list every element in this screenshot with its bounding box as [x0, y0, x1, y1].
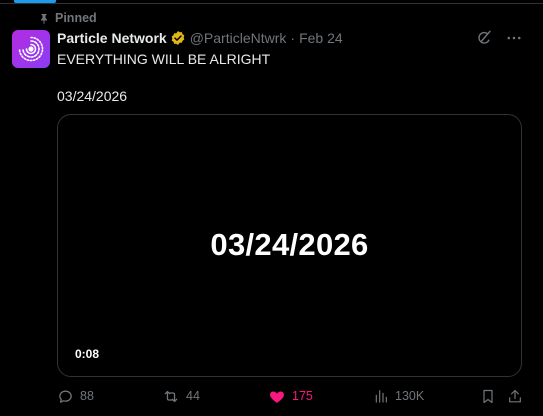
views-count: 130K — [395, 389, 425, 403]
tweet-text-date: 03/24/2026 — [57, 88, 128, 104]
grok-icon[interactable] — [475, 29, 493, 47]
bookmark-button[interactable] — [480, 386, 496, 406]
repost-count: 44 — [186, 389, 200, 403]
tweet-header: Particle Network @ParticleNtwrk · Feb 24 — [57, 28, 343, 48]
header-separator: · — [290, 30, 296, 46]
verified-badge-icon[interactable] — [170, 30, 186, 46]
reply-button[interactable]: 88 — [57, 386, 94, 406]
video-title-text: 03/24/2026 — [210, 227, 369, 262]
video-player[interactable]: 03/24/2026 0:08 — [57, 114, 522, 377]
pinned-label: Pinned — [55, 11, 97, 25]
share-button[interactable] — [507, 386, 523, 406]
like-button[interactable]: 175 — [268, 386, 313, 406]
video-duration: 0:08 — [75, 347, 100, 361]
tweet-action-bar: 88 44 175 130K — [0, 386, 543, 406]
tweet-text: EVERYTHING WILL BE ALRIGHT — [57, 51, 271, 67]
bookmark-icon — [480, 388, 496, 405]
views-button[interactable]: 130K — [373, 386, 424, 406]
author-display-name[interactable]: Particle Network — [57, 30, 167, 46]
heart-icon — [268, 388, 286, 405]
pin-icon — [38, 12, 50, 25]
repost-button[interactable]: 44 — [162, 386, 200, 406]
tweet-header-actions — [475, 29, 523, 47]
particle-logo-icon — [18, 36, 44, 62]
views-icon — [373, 388, 389, 404]
reply-count: 88 — [80, 389, 94, 403]
tweet-date[interactable]: Feb 24 — [299, 30, 343, 46]
avatar[interactable] — [12, 30, 50, 68]
repost-icon — [162, 388, 180, 405]
pinned-indicator: Pinned — [38, 10, 97, 26]
like-count: 175 — [292, 389, 313, 403]
top-divider — [0, 3, 543, 4]
more-options-icon[interactable] — [505, 29, 523, 47]
share-icon — [507, 388, 523, 405]
author-handle[interactable]: @ParticleNtwrk — [190, 30, 287, 46]
reply-icon — [57, 388, 74, 405]
